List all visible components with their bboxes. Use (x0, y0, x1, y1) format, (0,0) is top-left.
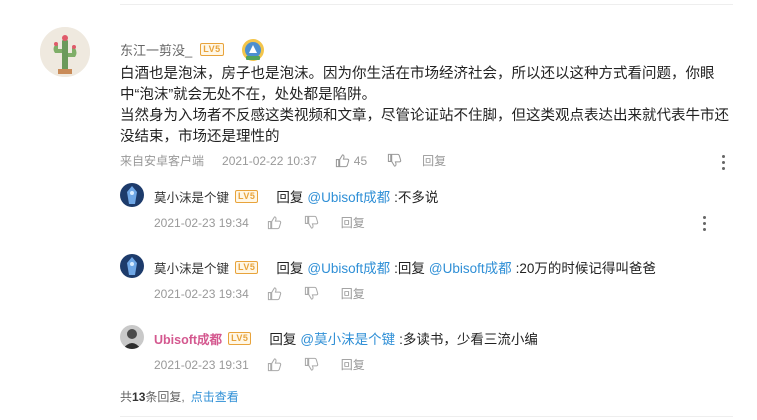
person-avatar-icon (120, 325, 144, 349)
mention-link[interactable]: @Ubisoft成都 (307, 257, 390, 277)
reply-header: Ubisoft成都 LV5 回复 @莫小沫是个键 :多读书，少看三流小编 (154, 328, 538, 348)
reply-middle: :回复 (394, 261, 425, 276)
cactus-avatar-icon (40, 27, 90, 77)
comment-author[interactable]: 东江一剪没_ (120, 40, 192, 59)
reply-header: 莫小沫是个键 LV5 回复 @Ubisoft成都 :不多说 (154, 186, 438, 206)
level-badge: LV5 (228, 331, 252, 345)
thumbs-up-icon (267, 358, 281, 372)
comment-header: 东江一剪没_ LV5 (120, 36, 266, 62)
comment-source: 来自安卓客户端 (120, 154, 205, 168)
level-badge: LV5 (235, 260, 259, 274)
dislike-button[interactable] (304, 215, 319, 230)
thumbs-down-icon (304, 215, 318, 229)
comment-meta: 来自安卓客户端 2021-02-22 10:37 45 回复 (120, 152, 466, 169)
thumbs-up-icon (267, 287, 281, 301)
reply-text: :不多说 (394, 190, 439, 205)
reply-avatar[interactable] (120, 325, 144, 349)
reply-text: :多读书，少看三流小编 (399, 332, 538, 347)
like-button[interactable] (267, 215, 282, 230)
count-prefix: 共 (120, 390, 133, 404)
view-replies-link[interactable]: 点击查看 (191, 390, 239, 404)
dislike-button[interactable] (304, 357, 319, 372)
more-vertical-icon[interactable] (703, 216, 707, 234)
dislike-button[interactable] (304, 286, 319, 301)
user-avatar[interactable] (40, 27, 90, 77)
reply-meta: 2021-02-23 19:34 回复 (154, 285, 387, 302)
mention-link[interactable]: @莫小沫是个键 (300, 328, 395, 348)
reply-prefix: 回复 (276, 190, 304, 205)
reply-avatar[interactable] (120, 183, 144, 207)
robot-avatar-icon (120, 254, 144, 278)
comment-time: 2021-02-22 10:37 (222, 153, 317, 168)
reply-prefix: 回复 (276, 261, 304, 276)
dislike-button[interactable] (387, 153, 402, 168)
reply-button[interactable]: 回复 (422, 152, 446, 169)
comment-paragraph: 当然身为入场者不反感这类视频和文章，尽管论证站不住脚，但这类观点表达出来就代表牛… (120, 108, 729, 145)
thumbs-up-icon (335, 154, 349, 168)
reply-button[interactable]: 回复 (341, 214, 365, 231)
reply-text: :20万的时候记得叫爸爸 (515, 261, 656, 276)
bottom-divider (120, 416, 733, 417)
reply-header: 莫小沫是个键 LV5 回复 @Ubisoft成都 :回复 @Ubisoft成都 … (154, 257, 656, 277)
reply-summary: 共13条回复, 点击查看 (120, 388, 239, 405)
more-vertical-icon[interactable] (722, 155, 726, 173)
like-button[interactable] (267, 357, 282, 372)
comment-body: 白酒也是泡沫，房子也是泡沫。因为你生活在市场经济社会，所以还以这种方式看问题，你… (120, 64, 732, 148)
reply-author[interactable]: 莫小沫是个键 (154, 187, 229, 206)
mention-link[interactable]: @Ubisoft成都 (429, 257, 512, 277)
mention-link[interactable]: @Ubisoft成都 (307, 186, 390, 206)
medal-icon (241, 39, 264, 61)
level-badge: LV5 (235, 189, 259, 203)
reply-prefix: 回复 (269, 332, 297, 347)
reply-meta: 2021-02-23 19:34 回复 (154, 214, 387, 231)
like-count: 45 (353, 153, 368, 168)
thumbs-down-icon (304, 286, 318, 300)
top-divider (120, 4, 733, 5)
level-badge: LV5 (200, 42, 224, 56)
reply-meta: 2021-02-23 19:31 回复 (154, 356, 387, 373)
reply-button[interactable]: 回复 (341, 285, 365, 302)
thumbs-up-icon (267, 216, 281, 230)
robot-avatar-icon (120, 183, 144, 207)
count-suffix: 条回复, (145, 390, 185, 404)
reply-author[interactable]: 莫小沫是个键 (154, 258, 229, 277)
like-button[interactable] (267, 286, 282, 301)
reply-author[interactable]: Ubisoft成都 (154, 329, 222, 348)
reply-time: 2021-02-23 19:34 (154, 215, 249, 230)
reply-count: 13 (132, 390, 146, 404)
thumbs-down-icon (304, 357, 318, 371)
thumbs-down-icon (388, 153, 402, 167)
reply-button[interactable]: 回复 (341, 356, 365, 373)
reply-time: 2021-02-23 19:31 (154, 357, 249, 372)
reply-avatar[interactable] (120, 254, 144, 278)
reply-time: 2021-02-23 19:34 (154, 286, 249, 301)
like-button[interactable]: 45 (335, 153, 367, 168)
comment-paragraph: 白酒也是泡沫，房子也是泡沫。因为你生活在市场经济社会，所以还以这种方式看问题，你… (120, 66, 715, 103)
